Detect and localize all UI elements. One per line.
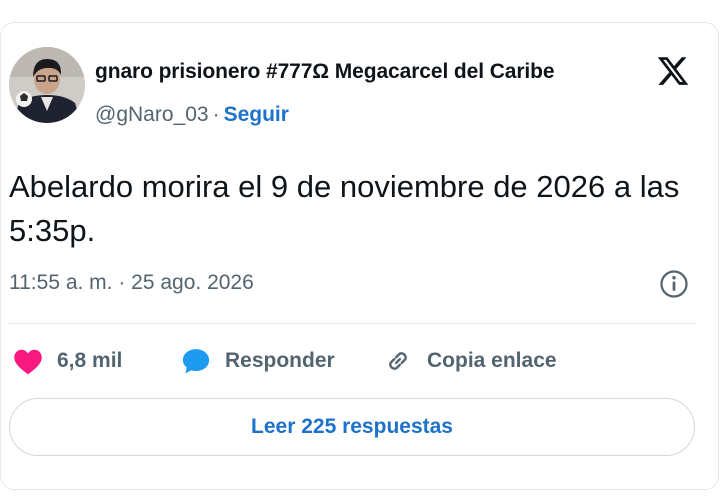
tweet-text: Abelardo morira el 9 de noviembre de 202… (9, 169, 680, 248)
separator-dot: · (212, 103, 220, 126)
copy-link-button[interactable]: Copia enlace (383, 345, 557, 377)
x-logo-icon[interactable] (656, 53, 690, 89)
tweet-timestamp[interactable]: 11:55 a. m. · 25 ago. 2026 (9, 271, 254, 295)
author-handle[interactable]: @gNaro_03 (95, 103, 209, 126)
reply-label: Responder (225, 349, 335, 372)
heart-icon (14, 349, 42, 375)
read-replies-label: Leer 225 respuestas (251, 415, 453, 438)
like-button[interactable]: 6,8 mil (13, 345, 122, 377)
info-circle-icon[interactable] (659, 269, 689, 299)
avatar-photo (9, 47, 85, 123)
divider (9, 323, 695, 324)
author-handle-row: @gNaro_03 · Seguir (95, 103, 289, 127)
read-replies-button[interactable]: Leer 225 respuestas (9, 398, 695, 456)
like-count: 6,8 mil (57, 349, 123, 372)
author-display-name[interactable]: gnaro prisionero #777Ω Megacarcel del Ca… (95, 60, 555, 84)
copy-link-label: Copia enlace (427, 349, 557, 372)
reply-button[interactable]: Responder (181, 345, 335, 377)
reply-bubble-icon (182, 349, 210, 374)
tweet-card: gnaro prisionero #777Ω Megacarcel del Ca… (0, 22, 719, 490)
follow-button[interactable]: Seguir (224, 103, 289, 126)
link-icon (389, 352, 407, 370)
author-avatar[interactable] (9, 47, 85, 123)
